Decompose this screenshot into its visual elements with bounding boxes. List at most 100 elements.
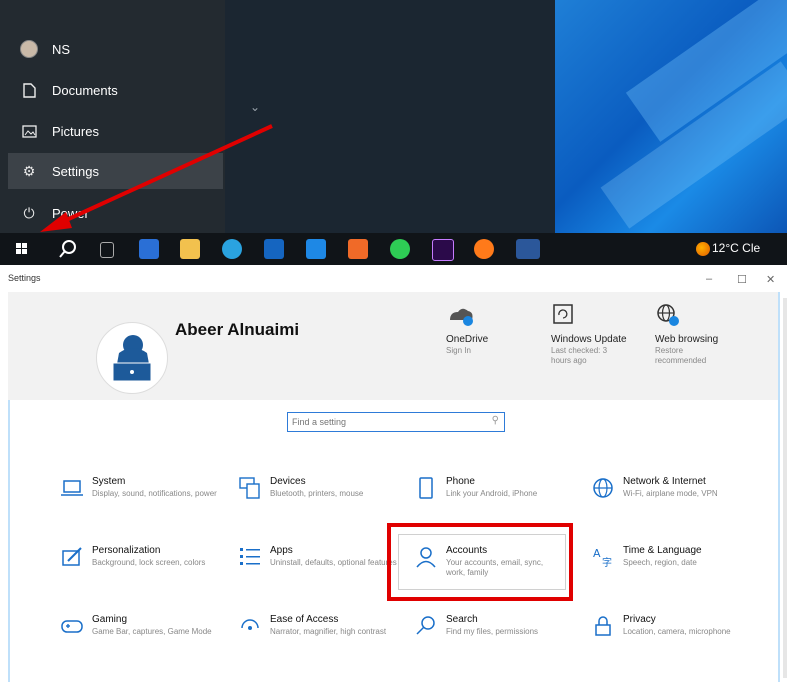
- word-icon[interactable]: [516, 239, 540, 259]
- document-icon: [20, 81, 38, 99]
- maximize-button[interactable]: ☐: [737, 273, 747, 286]
- weather-temperature[interactable]: 12°C Cle: [712, 241, 760, 255]
- settings-window: Settings – ☐ ✕ Abeer Alnuaimi OneDrive S…: [0, 268, 787, 682]
- start-pictures-label: Pictures: [52, 123, 99, 139]
- tile-network-title: Network & Internet: [623, 476, 706, 487]
- onedrive-title: OneDrive: [446, 334, 489, 345]
- windows-update-title: Windows Update: [551, 334, 627, 345]
- tile-gaming-title: Gaming: [92, 614, 128, 625]
- vscode-icon[interactable]: [306, 239, 326, 259]
- tile-personalization-sub: Background, lock screen, colors: [92, 558, 206, 567]
- user-name: Abeer Alnuaimi: [175, 320, 300, 339]
- scrollbar[interactable]: [783, 298, 787, 678]
- file-explorer-icon[interactable]: [180, 239, 200, 259]
- tile-personalization[interactable]: Personalization Background, lock screen,…: [60, 545, 230, 595]
- window-border: [778, 292, 780, 682]
- start-documents-label: Documents: [52, 82, 118, 98]
- tile-system[interactable]: System Display, sound, notifications, po…: [60, 476, 230, 526]
- search-icon: [416, 616, 435, 635]
- close-button[interactable]: ✕: [766, 273, 775, 286]
- svg-text:字: 字: [602, 556, 612, 569]
- task-view-icon[interactable]: [100, 242, 114, 258]
- minimize-button[interactable]: –: [706, 273, 712, 285]
- tile-ease-of-access-title: Ease of Access: [270, 614, 339, 625]
- start-settings[interactable]: ⚙ Settings: [8, 153, 223, 189]
- window-title: Settings: [8, 273, 41, 283]
- tile-apps-title: Apps: [270, 545, 293, 556]
- firefox-icon[interactable]: [474, 239, 494, 259]
- user-avatar-icon: [20, 40, 38, 58]
- tile-ease-of-access[interactable]: Ease of Access Narrator, magnifier, high…: [238, 614, 408, 664]
- onedrive-icon: [446, 302, 556, 328]
- tile-search-title: Search: [446, 614, 478, 625]
- ease-of-access-icon: [241, 619, 259, 630]
- power-icon: ⏻: [23, 204, 35, 221]
- tile-gaming[interactable]: Gaming Game Bar, captures, Game Mode: [60, 614, 230, 664]
- search-setting-field[interactable]: ⚲: [287, 412, 505, 432]
- apps-list-icon: [240, 548, 260, 565]
- title-bar: Settings – ☐ ✕: [0, 268, 787, 292]
- tile-apps[interactable]: Apps Uninstall, defaults, optional featu…: [238, 545, 408, 595]
- windows-update-icon: [551, 302, 661, 328]
- whatsapp-icon[interactable]: [390, 239, 410, 259]
- globe-icon: [593, 478, 613, 498]
- tile-gaming-sub: Game Bar, captures, Game Mode: [92, 627, 212, 636]
- telegram-icon[interactable]: [222, 239, 242, 259]
- tile-network-sub: Wi-Fi, airplane mode, VPN: [623, 489, 718, 498]
- tile-network[interactable]: Network & Internet Wi-Fi, airplane mode,…: [591, 476, 761, 526]
- tile-time-language-title: Time & Language: [623, 545, 702, 556]
- tile-phone-sub: Link your Android, iPhone: [446, 489, 538, 498]
- start-pictures[interactable]: Pictures: [8, 113, 223, 149]
- start-user-account[interactable]: NS: [8, 31, 223, 67]
- tile-search-sub: Find my files, permissions: [446, 627, 539, 636]
- web-browsing-link[interactable]: Web browsing Restore recommended: [655, 302, 765, 366]
- photoshop-icon[interactable]: [432, 239, 454, 261]
- store-icon[interactable]: [139, 239, 159, 259]
- search-icon: ⚲: [491, 415, 499, 426]
- windows-start-icon[interactable]: [12, 239, 32, 259]
- taskbar: 12°C Cle: [0, 233, 787, 265]
- tile-personalization-title: Personalization: [92, 545, 161, 556]
- tile-privacy-sub: Location, camera, microphone: [623, 627, 731, 636]
- tile-devices[interactable]: Devices Bluetooth, printers, mouse: [238, 476, 408, 526]
- search-input[interactable]: [292, 415, 482, 429]
- onedrive-sub: Sign In: [446, 346, 471, 355]
- pictures-icon: [20, 122, 38, 140]
- globe-icon: [655, 302, 765, 328]
- tile-time-language-sub: Speech, region, date: [623, 558, 697, 567]
- desktop-wallpaper: [555, 0, 787, 233]
- tile-privacy[interactable]: Privacy Location, camera, microphone: [591, 614, 761, 664]
- start-user-label: NS: [52, 41, 71, 57]
- tile-system-title: System: [92, 476, 126, 487]
- windows-update-link[interactable]: Windows Update Last checked: 3 hours ago: [551, 302, 661, 366]
- tile-search[interactable]: Search Find my files, permissions: [414, 614, 584, 664]
- xampp-icon[interactable]: [348, 239, 368, 259]
- weather-icon[interactable]: [696, 242, 710, 256]
- start-settings-label: Settings: [52, 163, 99, 179]
- tile-phone-title: Phone: [446, 476, 475, 487]
- phone-icon: [419, 477, 433, 499]
- tile-time-language[interactable]: A字 Time & Language Speech, region, date: [591, 545, 761, 595]
- tile-phone[interactable]: Phone Link your Android, iPhone: [414, 476, 584, 526]
- outlook-icon[interactable]: [264, 239, 284, 259]
- svg-text:A: A: [593, 547, 601, 560]
- account-header: Abeer Alnuaimi OneDrive Sign In Windows …: [8, 292, 779, 400]
- start-menu-screenshot: ⌄ NS Documents Pictures ⚙ Settings ⏻ Pow…: [0, 0, 787, 265]
- web-browsing-title: Web browsing: [655, 334, 719, 345]
- gamepad-icon: [61, 620, 83, 633]
- lock-icon: [595, 616, 611, 636]
- gear-icon: ⚙: [22, 162, 36, 179]
- start-power-label: Power: [52, 205, 89, 221]
- tile-privacy-title: Privacy: [623, 614, 656, 625]
- chevron-down-icon[interactable]: ⌄: [250, 100, 260, 114]
- tile-apps-sub: Uninstall, defaults, optional features: [270, 558, 397, 567]
- tile-ease-of-access-sub: Narrator, magnifier, high contrast: [270, 627, 387, 636]
- paint-icon: [62, 547, 82, 566]
- user-avatar[interactable]: [96, 322, 168, 394]
- start-power[interactable]: ⏻ Power: [8, 195, 223, 231]
- language-icon: A字: [593, 547, 612, 569]
- keyboard-icon: [239, 477, 260, 499]
- start-documents[interactable]: Documents: [8, 72, 223, 108]
- search-icon[interactable]: [58, 239, 78, 259]
- onedrive-link[interactable]: OneDrive Sign In: [446, 302, 556, 356]
